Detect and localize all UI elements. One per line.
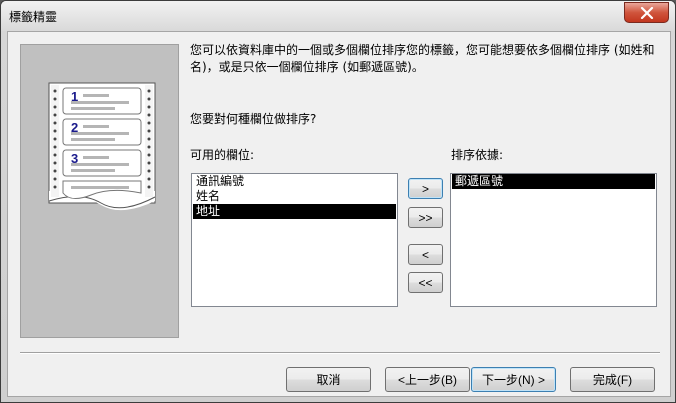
label-card-3: 3: [62, 149, 142, 177]
title-bar[interactable]: 標籤精靈: [1, 1, 675, 31]
add-all-fields-button[interactable]: >>: [408, 207, 443, 228]
sort-question: 您要對何種欄位做排序?: [190, 112, 317, 126]
label-card-2: 2: [62, 118, 142, 146]
list-item[interactable]: 通訊編號: [193, 174, 396, 189]
remove-all-fields-button[interactable]: <<: [408, 272, 443, 293]
available-fields-list[interactable]: 通訊編號 姓名 地址: [191, 173, 398, 307]
available-fields-label: 可用的欄位:: [190, 148, 255, 162]
finish-button[interactable]: 完成(F): [570, 367, 655, 392]
list-item[interactable]: 地址: [193, 204, 396, 219]
remove-field-button[interactable]: <: [408, 244, 443, 265]
window-title: 標籤精靈: [9, 10, 58, 24]
sort-by-list[interactable]: 郵遞區號: [450, 173, 657, 307]
sort-by-label: 排序依據:: [451, 148, 504, 162]
list-item[interactable]: 姓名: [193, 189, 396, 204]
wizard-description: 您可以依資料庫中的一個或多個欄位排序您的標籤，您可能想要依多個欄位排序 (如姓和…: [190, 43, 655, 74]
list-item[interactable]: 郵遞區號: [452, 174, 655, 189]
close-icon: [640, 6, 653, 19]
add-field-button[interactable]: >: [408, 178, 443, 199]
wizard-body: 1 2 3 您可以依資料庫中的一個或多個欄位排序您的標籤，您可能想要依多個欄位排…: [7, 31, 671, 397]
label-number-1: 1: [71, 89, 78, 104]
label-wizard-window: 標籤精靈 1 2 3 您可以依資料庫中的一個或多個欄位排序您的標籤，您可能想要依…: [0, 0, 676, 403]
close-button[interactable]: [624, 2, 669, 23]
label-number-3: 3: [71, 151, 78, 166]
label-number-2: 2: [71, 120, 78, 135]
illustration-panel: 1 2 3: [20, 44, 179, 338]
label-sheet-illustration: 1 2 3: [48, 82, 156, 211]
next-button[interactable]: 下一步(N) >: [471, 367, 556, 392]
divider: [20, 352, 660, 354]
cancel-button[interactable]: 取消: [286, 367, 371, 392]
back-button[interactable]: <上一步(B): [385, 367, 470, 392]
label-card-1: 1: [62, 87, 142, 115]
